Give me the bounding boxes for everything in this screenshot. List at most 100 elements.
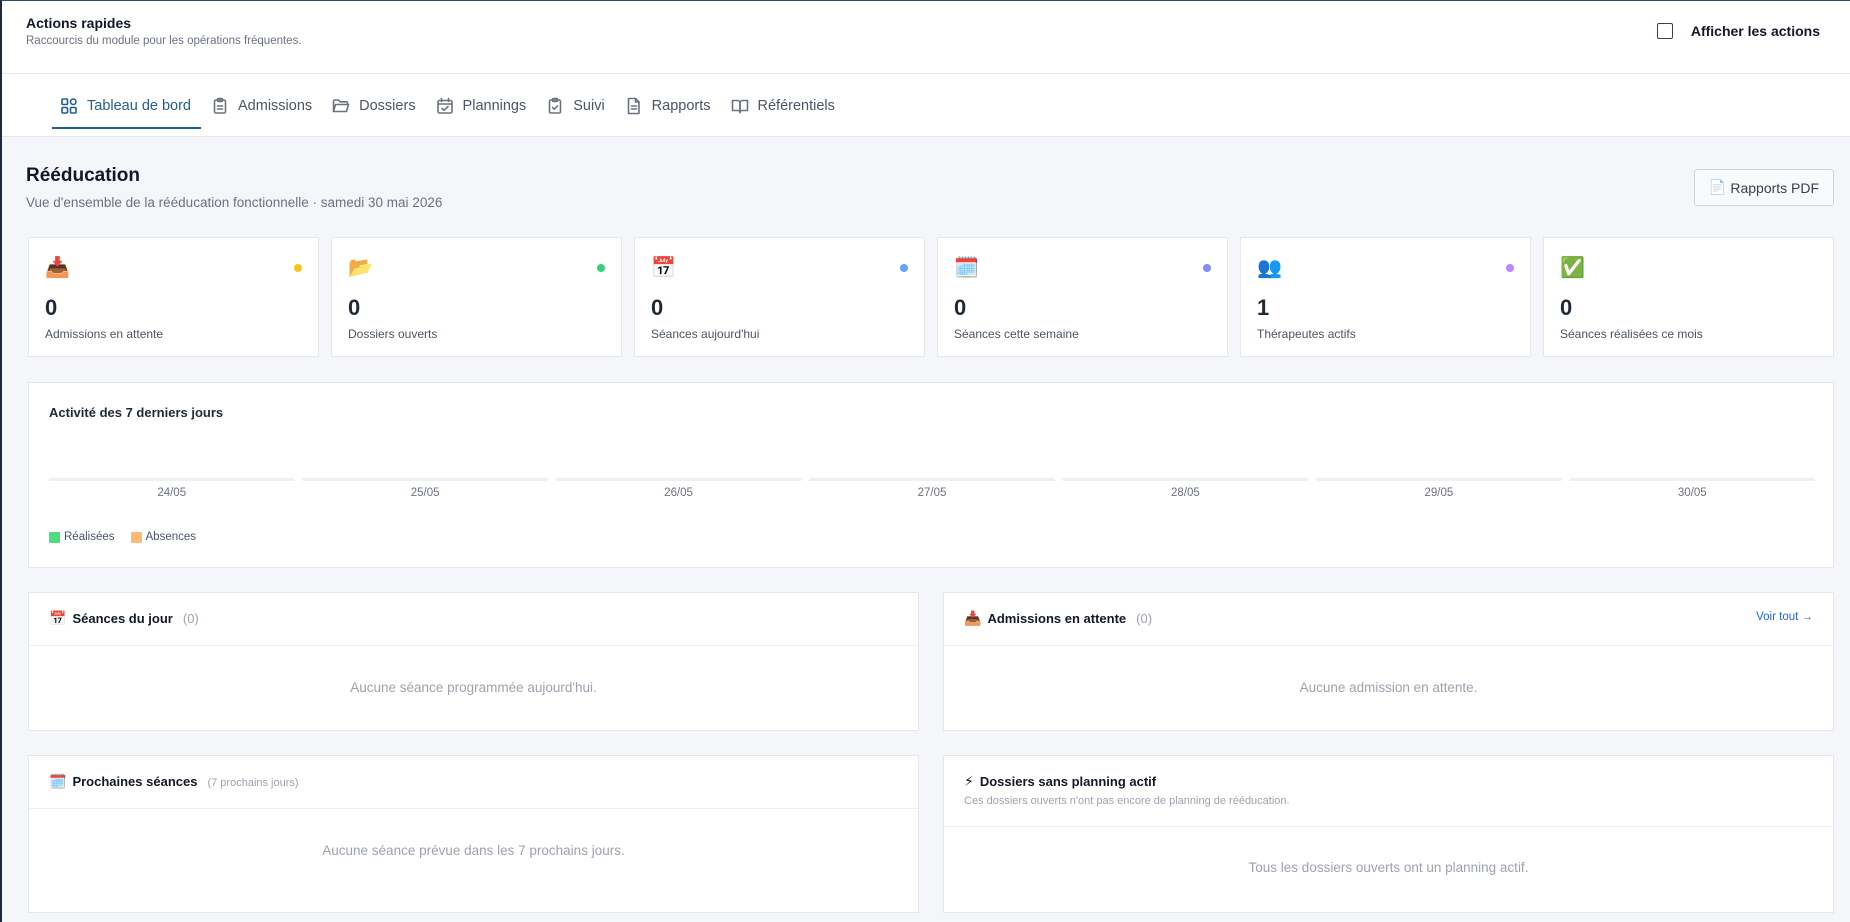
see-all-link[interactable]: Voir tout → [1756, 611, 1813, 623]
activity-chart: 24/05 25/05 26/05 27/05 28/05 29/05 30/05 [49, 478, 1815, 499]
stat-card-therapeutes[interactable]: 👥 1 Thérapeutes actifs [1240, 237, 1531, 357]
panel-title: Séances du jour [72, 611, 173, 626]
tab-label: Plannings [462, 97, 527, 114]
document-icon: 📄 [1708, 179, 1727, 195]
x-tick-label: 29/05 [1424, 487, 1453, 499]
module-tabs: Tableau de bord Admissions Dossiers Plan… [2, 74, 1850, 137]
users-icon: 👥 [1257, 257, 1282, 279]
stat-label: Dossiers ouverts [348, 327, 438, 341]
no-planning-panel: ⚡ Dossiers sans planning actif Ces dossi… [943, 755, 1834, 913]
panel-title: Dossiers sans planning actif [979, 774, 1157, 789]
tab-label: Dossiers [359, 97, 416, 114]
bar-track [555, 478, 802, 481]
stat-label: Thérapeutes actifs [1257, 327, 1356, 341]
legend-item-absences: Absences [130, 531, 196, 543]
stat-card-seances-mois[interactable]: ✅ 0 Séances réalisées ce mois [1543, 237, 1834, 357]
panel-title-row: 🗓️ Prochaines séances (7 prochains jours… [49, 773, 299, 790]
today-sessions-panel: 📅 Séances du jour (0) Aucune séance prog… [28, 592, 919, 731]
folder-icon [332, 98, 350, 112]
panel-header: 📥 Admissions en attente (0) Voir tout → [944, 593, 1833, 646]
show-actions-label[interactable]: Afficher les actions [1691, 23, 1820, 39]
legend-label: Réalisées [64, 531, 115, 543]
quick-actions-bar: Actions rapides Raccourcis du module pou… [2, 1, 1850, 74]
x-tick-label: 26/05 [664, 487, 693, 499]
empty-state: Aucune séance programmée aujourd'hui. [350, 680, 597, 695]
panel-title: Admissions en attente [987, 611, 1127, 626]
bar-track [1569, 478, 1815, 481]
tab-label: Admissions [238, 97, 313, 114]
tab-label: Tableau de bord [87, 97, 191, 114]
panel-count: (0) [182, 611, 199, 626]
check-mark-icon: ✅ [1560, 257, 1585, 279]
tab-referentiels[interactable]: Référentiels [721, 74, 845, 137]
status-dot [1506, 264, 1514, 272]
stat-value: 1 [1257, 295, 1270, 320]
open-folder-icon: 📂 [348, 257, 373, 279]
pdf-reports-label: Rapports PDF [1730, 179, 1820, 196]
spiral-calendar-icon: 🗓️ [954, 257, 979, 279]
stat-card-seances-jour[interactable]: 📅 0 Séances aujourd'hui [634, 237, 925, 357]
tab-label: Référentiels [757, 97, 835, 114]
stat-card-admissions[interactable]: 📥 0 Admissions en attente [28, 237, 319, 357]
stat-value: 0 [651, 295, 664, 320]
stat-value: 0 [45, 295, 58, 320]
inbox-tray-icon: 📥 [964, 610, 982, 626]
panel-title-row: 📅 Séances du jour (0) [49, 610, 199, 627]
dashboard-grid-icon [61, 97, 77, 114]
tab-admissions[interactable]: Admissions [201, 74, 322, 137]
x-tick-label: 25/05 [411, 487, 440, 499]
panel-header: 📅 Séances du jour (0) [29, 593, 918, 646]
app-frame: Actions rapides Raccourcis du module pou… [0, 0, 1850, 922]
show-actions-checkbox[interactable] [1656, 23, 1673, 39]
stat-value: 0 [1560, 295, 1573, 320]
stat-value: 0 [348, 295, 361, 320]
file-text-icon [627, 97, 640, 114]
panel-description: Ces dossiers ouverts n'ont pas encore de… [964, 795, 1290, 807]
upcoming-sessions-panel: 🗓️ Prochaines séances (7 prochains jours… [28, 755, 919, 913]
status-dot [597, 264, 605, 272]
panel-header: 🗓️ Prochaines séances (7 prochains jours… [29, 756, 918, 809]
x-tick-label: 30/05 [1678, 487, 1707, 499]
x-tick-label: 24/05 [157, 487, 186, 499]
panel-title: Prochaines séances [72, 774, 198, 789]
status-dot [900, 264, 908, 272]
bar-track [1062, 478, 1309, 481]
clipboard-icon [213, 97, 227, 114]
bar-track [302, 478, 548, 481]
legend-swatch [130, 531, 142, 543]
tab-tableau-de-bord[interactable]: Tableau de bord [50, 74, 201, 137]
stat-label: Séances cette semaine [954, 327, 1079, 341]
legend-swatch [49, 531, 60, 543]
bar-track [809, 478, 1055, 481]
pending-admissions-panel: 📥 Admissions en attente (0) Voir tout → … [943, 592, 1834, 731]
show-actions-toggle[interactable]: Afficher les actions [1656, 23, 1820, 39]
stat-card-seances-semaine[interactable]: 🗓️ 0 Séances cette semaine [937, 237, 1228, 357]
calendar-check-icon [436, 97, 453, 114]
clipboard-check-icon [548, 97, 562, 114]
bar-track [1316, 478, 1562, 481]
chart-title: Activité des 7 derniers jours [49, 405, 224, 420]
x-tick-label: 28/05 [1171, 487, 1200, 499]
stat-label: Séances réalisées ce mois [1560, 327, 1703, 341]
tab-label: Suivi [573, 97, 605, 114]
empty-state: Aucune séance prévue dans les 7 prochain… [322, 843, 625, 858]
calendar-icon: 📅 [651, 257, 676, 279]
spiral-calendar-icon: 🗓️ [49, 773, 67, 789]
stat-label: Admissions en attente [45, 327, 164, 341]
calendar-icon: 📅 [49, 610, 67, 626]
status-dot [294, 264, 302, 272]
bar-track [49, 478, 295, 481]
status-dot [1203, 264, 1211, 272]
pdf-reports-button[interactable]: 📄 Rapports PDF [1694, 169, 1834, 206]
panel-hint: (7 prochains jours) [207, 777, 299, 789]
activity-chart-card: 24/05 25/05 26/05 27/05 28/05 29/05 30/05 Acti… [28, 382, 1834, 568]
tab-rapports[interactable]: Rapports [615, 74, 721, 137]
panel-count: (0) [1136, 611, 1153, 626]
page-subtitle: Vue d'ensemble de la rééducation fonctio… [26, 195, 443, 210]
tab-dossiers[interactable]: Dossiers [322, 74, 425, 137]
tab-suivi[interactable]: Suivi [536, 74, 614, 137]
x-tick-label: 27/05 [918, 487, 947, 499]
stat-card-dossiers[interactable]: 📂 0 Dossiers ouverts [331, 237, 622, 357]
panel-header: ⚡ Dossiers sans planning actif Ces dossi… [944, 756, 1833, 827]
tab-plannings[interactable]: Plannings [426, 74, 537, 137]
